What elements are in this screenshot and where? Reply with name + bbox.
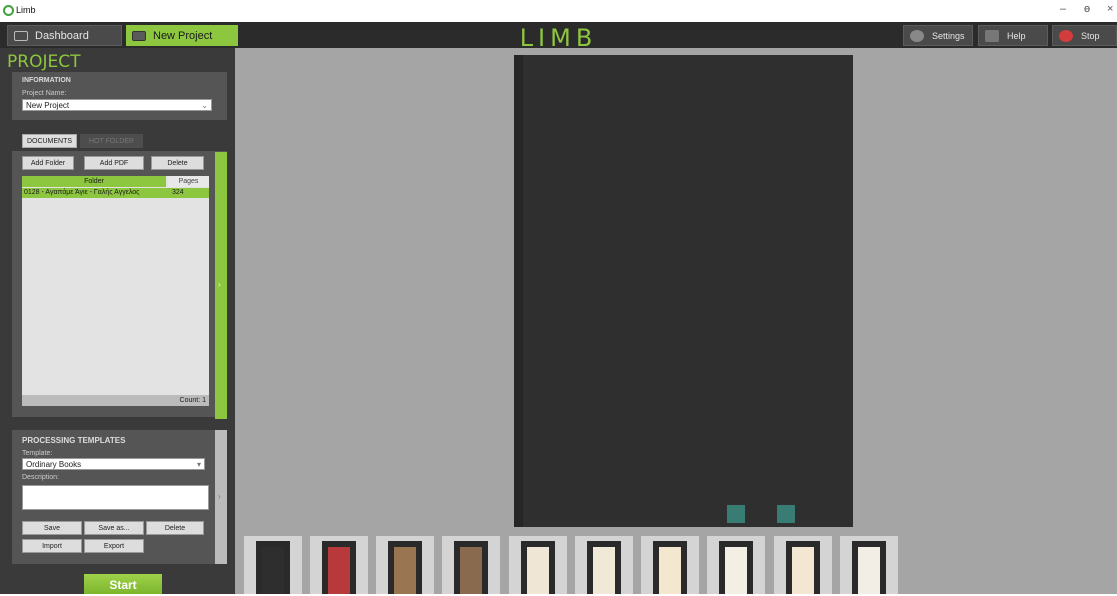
project-name-label: Project Name: [22, 90, 67, 97]
thumbnail-image [322, 541, 356, 594]
thumbnail-image [852, 541, 886, 594]
tab-hot-folder[interactable]: HOT FOLDER [80, 134, 143, 148]
page-thumbnail[interactable] [442, 536, 500, 594]
thumbnail-page [262, 547, 284, 594]
page-thumbnail[interactable] [575, 536, 633, 594]
gear-icon [910, 29, 924, 42]
page-thumbnail[interactable] [707, 536, 765, 594]
window-title: Limb [16, 5, 36, 15]
help-icon [985, 29, 999, 42]
thumbnail-page [328, 547, 350, 594]
table-row[interactable]: 0128 - Αγαπάμε Άγιε - Γαλής Αγγελος 324 [22, 188, 209, 198]
page-thumbnail[interactable] [641, 536, 699, 594]
thumbnail-page [527, 547, 549, 594]
template-label: Template: [22, 450, 53, 457]
folder-column-header[interactable]: Folder [22, 176, 166, 187]
information-heading: INFORMATION [22, 77, 71, 84]
help-label: Help [1007, 30, 1026, 41]
pages-column-header[interactable]: Pages [168, 176, 209, 187]
app-logo-icon [3, 5, 14, 16]
export-template-button[interactable]: Export [84, 539, 144, 553]
start-button[interactable]: Start [84, 574, 162, 594]
thumbnail-image [653, 541, 687, 594]
template-value: Ordinary Books [26, 460, 82, 469]
documents-collapse-strip[interactable]: › [215, 152, 227, 419]
page-thumbnail[interactable] [509, 536, 567, 594]
page-thumbnail[interactable] [244, 536, 302, 594]
document-count: Count: 1 [22, 395, 209, 406]
thumbnail-page [792, 547, 814, 594]
window-titlebar: Limb – ɵ × [0, 0, 1117, 22]
document-list[interactable]: Folder Pages 0128 - Αγαπάμε Άγιε - Γαλής… [22, 176, 209, 406]
project-name-value: New Project [26, 101, 70, 110]
thumbnail-page [858, 547, 880, 594]
book-spine-edge [514, 55, 523, 527]
thumbnail-image [454, 541, 488, 594]
restore-button[interactable]: ɵ [1084, 3, 1090, 15]
thumbnail-page [460, 547, 482, 594]
stop-icon [1059, 29, 1073, 42]
thumbnail-image [521, 541, 555, 594]
help-button[interactable]: Help [978, 25, 1048, 46]
thumbnail-image [256, 541, 290, 594]
chevron-down-icon: ⌄ [201, 101, 208, 110]
thumbnail-image [388, 541, 422, 594]
project-title: PROJECT [7, 52, 81, 72]
minimize-button[interactable]: – [1060, 3, 1066, 15]
chevron-down-icon: ▾ [196, 460, 201, 469]
stop-button[interactable]: Stop [1052, 25, 1117, 46]
add-folder-button[interactable]: Add Folder [22, 156, 74, 170]
page-thumbnail[interactable] [774, 536, 832, 594]
page-thumbnail[interactable] [310, 536, 368, 594]
close-button[interactable]: × [1107, 3, 1113, 15]
thumbnail-page [593, 547, 615, 594]
document-page-count: 324 [172, 189, 184, 196]
template-select[interactable]: Ordinary Books ▾ [22, 458, 205, 470]
thumbnail-page [394, 547, 416, 594]
save-template-button[interactable]: Save [22, 521, 82, 535]
page-preview-image[interactable] [514, 55, 853, 527]
settings-label: Settings [932, 30, 965, 41]
delete-template-button[interactable]: Delete [146, 521, 204, 535]
description-field[interactable] [22, 485, 209, 510]
thumbnail-page [659, 547, 681, 594]
document-folder-name: 0128 - Αγαπάμε Άγιε - Γαλής Αγγελος [24, 189, 140, 196]
project-name-field[interactable]: New Project ⌄ [22, 99, 212, 111]
tab-documents[interactable]: DOCUMENTS [22, 134, 77, 148]
thumbnail-image [587, 541, 621, 594]
templates-collapse-strip[interactable]: › [215, 430, 227, 564]
thumbnail-image [786, 541, 820, 594]
page-thumbnail[interactable] [840, 536, 898, 594]
processing-heading: PROCESSING TEMPLATES [22, 436, 126, 445]
color-target-mark [777, 505, 795, 523]
color-target-mark [727, 505, 745, 523]
top-nav-bar: Dashboard New Project LIMB Settings Help… [0, 22, 1117, 52]
thumbnail-page [725, 547, 747, 594]
import-template-button[interactable]: Import [22, 539, 82, 553]
description-label: Description: [22, 474, 59, 481]
thumbnail-image [719, 541, 753, 594]
settings-button[interactable]: Settings [903, 25, 973, 46]
chevron-right-icon: › [218, 492, 221, 501]
add-pdf-button[interactable]: Add PDF [84, 156, 144, 170]
delete-document-button[interactable]: Delete [151, 156, 204, 170]
chevron-right-icon: › [218, 280, 221, 289]
stop-label: Stop [1081, 30, 1100, 41]
save-as-template-button[interactable]: Save as... [84, 521, 144, 535]
page-thumbnail[interactable] [376, 536, 434, 594]
